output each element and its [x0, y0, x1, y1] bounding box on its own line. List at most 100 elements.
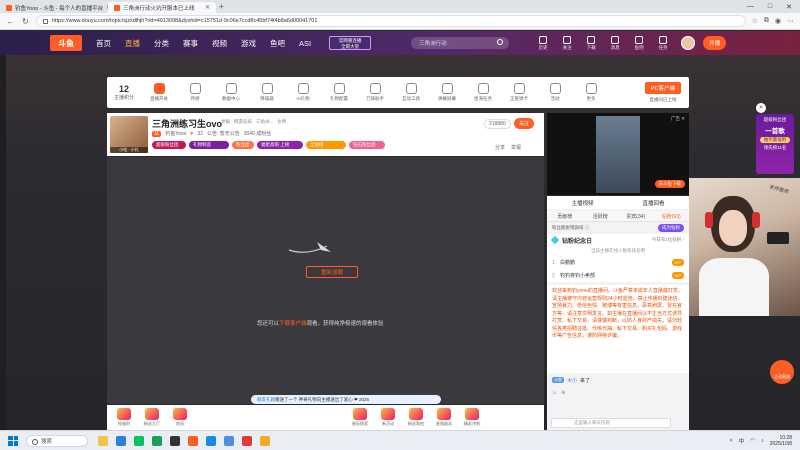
pc-client-button[interactable]: PC客户端 [644, 82, 681, 94]
tool-live-switch[interactable]: 直播开关 [141, 83, 177, 102]
ad-download-button[interactable]: 去斗鱼下载 [654, 180, 685, 188]
tool-card[interactable]: 正版弹卡 [501, 83, 537, 102]
event-float-card[interactable]: 超级粉丝团 一首歌 抽奖赢福利 领先榜11名 [756, 114, 794, 174]
profile-icon[interactable]: ◉ [775, 17, 781, 25]
gift-item[interactable]: 星城副本 [431, 408, 457, 427]
back-icon[interactable]: ← [6, 17, 15, 26]
site-search-input[interactable]: 三角洲行动 [411, 37, 510, 49]
ime-indicator[interactable]: 中 [739, 437, 745, 445]
webcam-overlay[interactable]: 手作陪伴 [689, 178, 800, 316]
new-tab-button[interactable]: + [219, 2, 224, 11]
volume-icon[interactable]: ♪ [761, 438, 764, 444]
edge-icon[interactable] [116, 435, 126, 446]
tool-gift-config[interactable]: 礼物配置 [321, 83, 357, 102]
badge-fans[interactable]: 粉丝团 [232, 141, 254, 149]
app-icon[interactable] [206, 435, 216, 446]
maximize-button[interactable]: □ [768, 3, 772, 11]
gift-item[interactable]: 星际探索 [347, 408, 373, 427]
tab-diamond[interactable]: 钻粉(63) [654, 213, 690, 220]
app-icon[interactable] [260, 435, 270, 446]
activity-live-badge[interactable]: 活动直播 [770, 360, 794, 384]
share-button[interactable]: 分享 [495, 144, 505, 151]
chat-user[interactable]: 大小 [567, 377, 577, 384]
ad-box[interactable]: 广告 ✕ 去斗鱼下载 [547, 113, 689, 195]
tool-star-task[interactable]: 星海任务 [465, 83, 501, 102]
gift-panel-icon[interactable]: ⊕ [561, 390, 565, 396]
tab-vip[interactable]: 贵宾(34) [618, 213, 654, 220]
badge-super-fans[interactable]: 超级粉丝团 [152, 141, 186, 149]
room-tags[interactable]: 举报 · 网游竞技 · 三角洲... · 女神 [221, 119, 286, 125]
close-float-icon[interactable]: ✕ [756, 103, 766, 113]
gift-item[interactable]: 新活动 [375, 408, 401, 427]
collections-icon[interactable]: ⧉ [764, 17, 769, 25]
ad-label[interactable]: 广告 ✕ [671, 116, 685, 122]
search-icon[interactable] [497, 39, 504, 45]
gift-item[interactable]: 精彩冲刺 [459, 408, 485, 427]
become-diamond-button[interactable]: 成为钻粉 [658, 224, 684, 232]
history-button[interactable]: 历史 [535, 35, 551, 51]
emoji-icon[interactable]: ☺ [552, 390, 557, 396]
douyu-logo[interactable]: 斗鱼 [50, 35, 82, 51]
app-icon[interactable] [224, 435, 234, 446]
tool-danmaku-screen[interactable]: 弹幕屏幕 [429, 83, 465, 102]
tool-ai-gift[interactable]: AI礼物 [285, 83, 321, 102]
replay-link[interactable]: 直播回看 [618, 199, 689, 207]
tasks-button[interactable]: 任务 [655, 35, 671, 51]
tool-more[interactable]: 更多 [573, 83, 609, 102]
nav-video[interactable]: 视频 [212, 38, 227, 49]
rank-row[interactable]: 2 钓钓夜钓小卖部 VIP [547, 269, 689, 282]
streamer-video-link[interactable]: 主播视频 [547, 199, 618, 207]
app-icon[interactable] [242, 435, 252, 446]
video-player[interactable]: 重新加载 您还可以下载客户端观看，获得纯净极速的观看体验 [107, 157, 544, 404]
rank-row[interactable]: 1 白鹏鹏 VIP [547, 256, 689, 269]
follow-list-button[interactable]: 关注 [559, 35, 575, 51]
clock[interactable]: 10:28 2025/10/8 [770, 435, 792, 447]
badge-diamond-fans[interactable]: 钻石粉丝团 [349, 141, 385, 149]
tab-contribution[interactable]: 贡献榜 [547, 213, 583, 220]
badge-lucky[interactable]: 福星高照 上榜 [257, 141, 303, 149]
nav-events[interactable]: 赛事 [183, 38, 198, 49]
chevron-up-icon[interactable]: ˄ [729, 438, 732, 444]
close-window-button[interactable]: ✕ [786, 3, 792, 11]
badge-gift[interactable]: 礼物制造 [189, 141, 229, 149]
badge-site-rank[interactable]: 全站榜 [306, 141, 346, 149]
room-thumbnail[interactable]: 小吃 · 小礼 [110, 116, 148, 153]
streamer-name[interactable]: 钓鱼Yooo [165, 130, 186, 137]
report-button[interactable]: 举报 [511, 144, 521, 151]
tool-blade-assistant[interactable]: 刀锋助手 [357, 83, 393, 102]
tool-activity[interactable]: 活动 [537, 83, 573, 102]
user-avatar[interactable] [681, 36, 696, 50]
download-button[interactable]: 下载 [583, 35, 599, 51]
minimize-button[interactable]: — [747, 3, 754, 11]
url-field[interactable]: https://www.douyu.com/topic/sjzxdlhjh?ri… [36, 15, 746, 27]
tool-interaction[interactable]: 互动工具 [393, 83, 429, 102]
file-explorer-icon[interactable] [98, 435, 108, 446]
nav-yuba[interactable]: 鱼吧 [270, 38, 285, 49]
promo-banner[interactable]: 官网重连播 全职大赏 [329, 36, 372, 50]
bubble-user[interactable]: 群友孔颖 [257, 397, 275, 403]
douyu-app-icon[interactable] [188, 435, 198, 446]
browser-tab-1[interactable]: 钓鱼Yooo - 斗鱼 - 每个人的直播平台 ✕ [0, 2, 108, 13]
refresh-icon[interactable]: ↻ [21, 17, 30, 26]
tool-data-center[interactable]: 数据中心 [213, 83, 249, 102]
nav-category[interactable]: 分类 [154, 38, 169, 49]
gift-item[interactable]: 抢福利 [111, 408, 137, 427]
browser-tab-2[interactable]: 三角洲行动火坑开服本已上线 ✕ [108, 2, 216, 13]
reload-button[interactable]: 重新加载 [306, 266, 358, 278]
diamond-link[interactable]: 今日有1位钻粉 › [652, 237, 684, 243]
nav-home[interactable]: 首页 [96, 38, 111, 49]
wifi-icon[interactable]: ◠ [750, 438, 755, 444]
gift-item[interactable]: 房间 [167, 408, 193, 427]
gift-item[interactable]: 粉丝和他 [403, 408, 429, 427]
windows-start-icon[interactable] [8, 435, 18, 446]
taskbar-search[interactable]: 搜索 [26, 434, 88, 447]
chat-input[interactable]: 这里输入聊天内容 [551, 418, 671, 428]
app-icon[interactable] [170, 435, 180, 446]
nav-asi[interactable]: ASI [299, 39, 311, 48]
wechat-icon[interactable] [134, 435, 144, 446]
nav-games[interactable]: 游戏 [241, 38, 256, 49]
tool-monthly-rank[interactable]: 月榜 [177, 83, 213, 102]
tab-active[interactable]: 活跃榜 [583, 213, 619, 220]
follow-button[interactable]: 关注 [514, 118, 535, 129]
app-icon[interactable] [152, 435, 162, 446]
